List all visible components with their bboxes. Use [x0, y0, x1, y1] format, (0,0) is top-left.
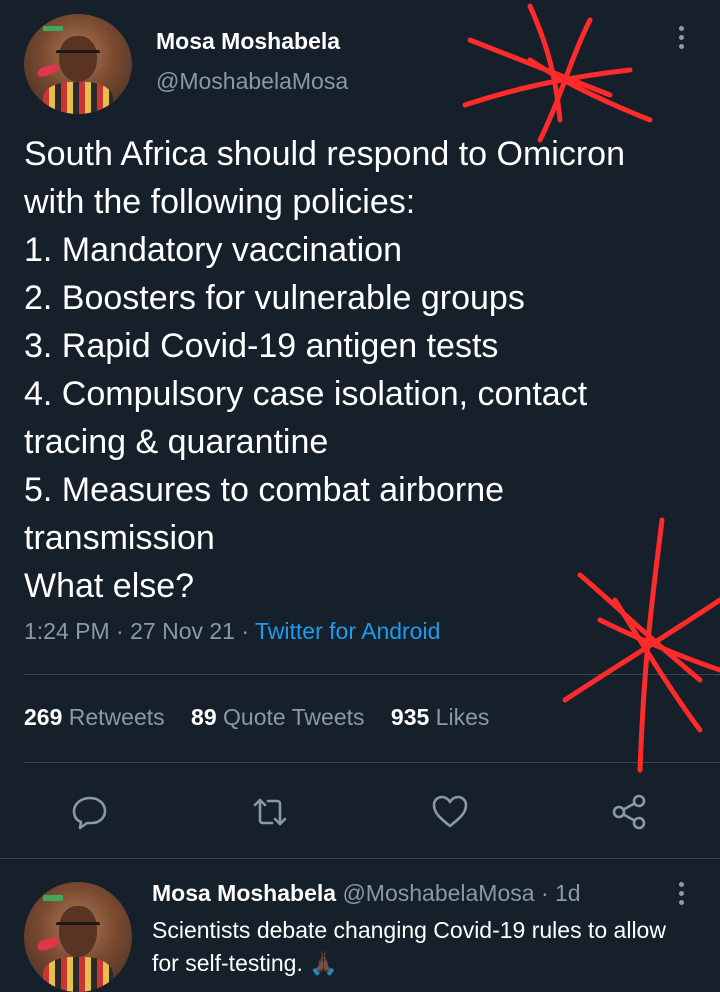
reply-author-name[interactable]: Mosa Moshabela: [152, 880, 336, 906]
quote-tweets-stat[interactable]: 89 Quote Tweets: [191, 704, 364, 730]
retweet-icon[interactable]: [250, 792, 290, 832]
meta-separator: ·: [116, 618, 124, 644]
tweet-text-line: South Africa should respond to Omicron: [24, 135, 625, 173]
reply-author-handle[interactable]: @MoshabelaMosa: [342, 880, 534, 906]
retweets-stat[interactable]: 269 Retweets: [24, 704, 165, 730]
reply-author-avatar[interactable]: [24, 882, 132, 992]
reply-header: Mosa Moshabela @MoshabelaMosa · 1d: [152, 880, 581, 907]
author-avatar[interactable]: [24, 14, 132, 114]
avatar-bg-detail: [43, 26, 63, 31]
avatar-bg-detail: [43, 895, 63, 901]
avatar-shirt: [43, 82, 113, 114]
reply-icon[interactable]: [70, 792, 110, 832]
avatar-glasses: [56, 50, 100, 61]
avatar-shirt: [43, 956, 113, 992]
tweet-time: 1:24 PM: [24, 618, 110, 644]
tweet-text-line: 2. Boosters for vulnerable groups: [24, 279, 525, 317]
meta-separator: ·: [241, 618, 250, 644]
reply-age: · 1d: [540, 880, 581, 906]
tweet-meta: 1:24 PM · 27 Nov 21 · Twitter for Androi…: [24, 618, 440, 645]
avatar-bg-detail: [35, 935, 60, 953]
engagement-stats: 269 Retweets 89 Quote Tweets 935 Likes: [24, 704, 489, 731]
tweet-text-line: 1. Mandatory vaccination: [24, 231, 402, 269]
divider: [0, 858, 720, 859]
tweet-source-link[interactable]: Twitter for Android: [255, 618, 440, 644]
more-options-icon[interactable]: [676, 26, 686, 49]
like-icon[interactable]: [430, 792, 470, 832]
tweet-text-line: 5. Measures to combat airborne: [24, 471, 505, 509]
share-icon[interactable]: [610, 792, 650, 832]
tweet-date: 27 Nov 21: [130, 618, 235, 644]
tweet-text-line: 4. Compulsory case isolation, contact: [24, 375, 588, 413]
reply-more-options-icon[interactable]: [676, 882, 686, 905]
avatar-bg-detail: [36, 62, 60, 79]
tweet-text-line: tracing & quarantine: [24, 423, 329, 461]
tweet-text-line: 3. Rapid Covid-19 antigen tests: [24, 327, 499, 365]
divider: [24, 674, 720, 675]
tweet-text-line: What else?: [24, 567, 195, 605]
author-name[interactable]: Mosa Moshabela: [156, 28, 340, 55]
tweet-text-line: with the following policies:: [24, 183, 416, 221]
scribble-star-top: [462, 3, 653, 143]
tweet-text-line: transmission: [24, 519, 215, 557]
likes-stat[interactable]: 935 Likes: [391, 704, 489, 730]
tweet-text: South Africa should respond to Omicron wi…: [24, 130, 704, 610]
author-handle[interactable]: @MoshabelaMosa: [156, 68, 348, 95]
reply-text[interactable]: Scientists debate changing Covid-19 rule…: [152, 914, 672, 980]
divider: [24, 762, 720, 763]
avatar-glasses: [56, 921, 100, 934]
